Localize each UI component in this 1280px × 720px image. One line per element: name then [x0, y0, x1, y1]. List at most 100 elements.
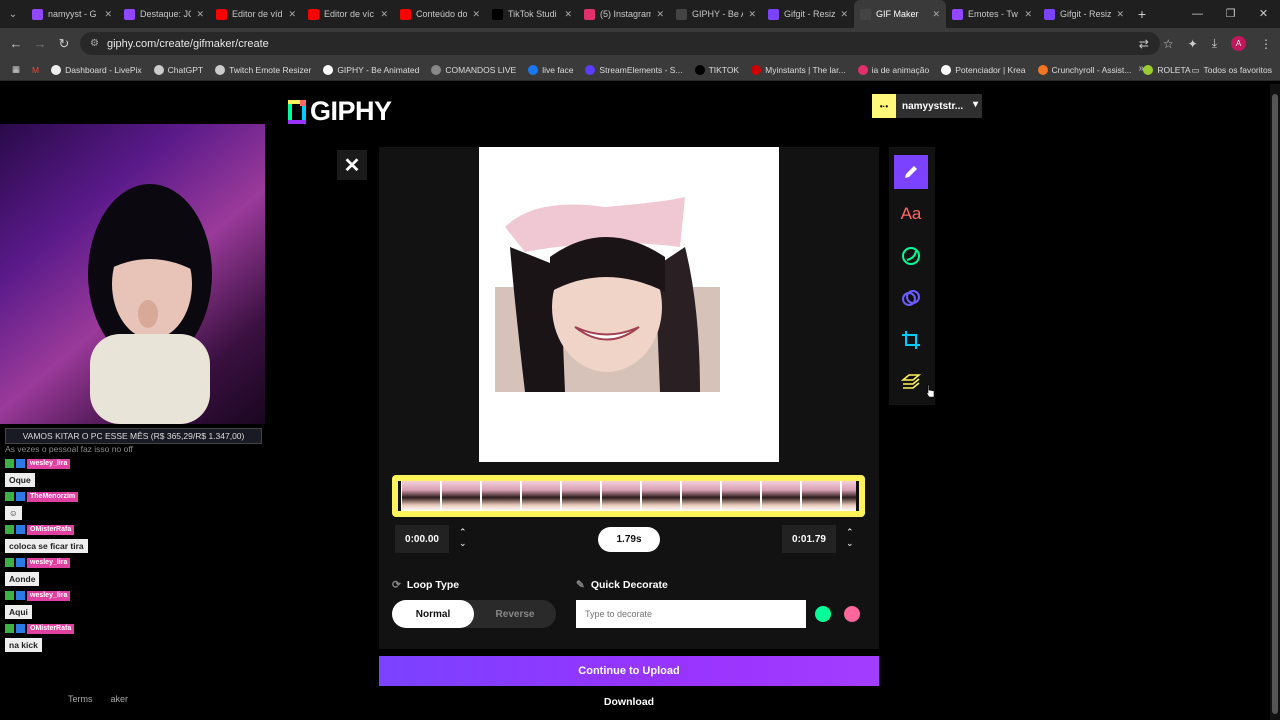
bookmark-item[interactable]: GIPHY - Be Animated — [317, 64, 425, 75]
tab-title: Conteúdo do — [416, 9, 468, 19]
close-window-icon[interactable]: ✕ — [1247, 0, 1280, 28]
tab-close-icon[interactable]: ✕ — [472, 9, 480, 20]
tab-close-icon[interactable]: ✕ — [1024, 9, 1032, 20]
bookmark-favicon-icon — [431, 64, 442, 75]
bookmark-item[interactable]: Twitch Emote Resizer — [209, 64, 317, 75]
gif-maker-link[interactable]: aker — [111, 694, 129, 704]
chevron-up-icon[interactable]: ⌃ — [459, 527, 467, 538]
bookmark-item[interactable]: StreamElements - S... — [579, 64, 688, 75]
profile-avatar[interactable]: A — [1231, 36, 1246, 51]
browser-tab[interactable]: GIPHY - Be A ✕ — [670, 0, 762, 28]
bookmark-favicon-icon — [585, 64, 596, 75]
menu-icon[interactable]: ⋮ — [1260, 37, 1272, 51]
bookmark-item[interactable]: Potenciador | Krea — [935, 64, 1031, 75]
text-style-icon[interactable] — [844, 606, 860, 622]
browser-tab[interactable]: Gifgit - Resiz ✕ — [762, 0, 854, 28]
timeline-scrubber[interactable] — [392, 475, 865, 517]
bookmark-item[interactable]: live face — [522, 64, 579, 75]
tab-favicon-icon — [32, 8, 43, 20]
apps-icon[interactable]: ▦ — [6, 64, 26, 75]
chevron-down-icon[interactable]: ⌄ — [459, 538, 467, 549]
start-time-field[interactable]: 0:00.00 — [395, 525, 449, 553]
tab-close-icon[interactable]: ✕ — [380, 9, 388, 20]
tab-close-icon[interactable]: ✕ — [288, 9, 296, 20]
end-time-field[interactable]: 0:01.79 — [782, 525, 836, 553]
pencil-tool[interactable] — [894, 155, 928, 189]
loop-type-toggle[interactable]: Normal Reverse — [392, 600, 556, 628]
webcam-overlay — [0, 124, 265, 424]
minimize-icon[interactable]: — — [1181, 0, 1214, 28]
address-bar-row: ← → ↻ ⚙ giphy.com/create/gifmaker/create… — [0, 28, 1280, 59]
download-icon[interactable]: ⤓ — [1212, 36, 1217, 51]
bookmark-item[interactable]: ia de animação — [852, 64, 936, 75]
continue-to-upload-button[interactable]: Continue to Upload — [379, 656, 879, 686]
terms-link[interactable]: Terms — [68, 694, 93, 704]
bookmark-item[interactable]: Myinstants | The lar... — [745, 64, 851, 75]
tab-close-icon[interactable]: ✕ — [840, 9, 848, 20]
tab-close-icon[interactable]: ✕ — [1116, 9, 1124, 20]
url-text: giphy.com/create/gifmaker/create — [106, 37, 269, 50]
address-input[interactable]: ⚙ giphy.com/create/gifmaker/create — [80, 32, 1160, 55]
layers-tool[interactable] — [894, 365, 928, 399]
chevron-down-icon[interactable]: ⌄ — [846, 538, 854, 549]
stream-goal-banner: VAMOS KITAR O PC ESSE MÊS (R$ 365,29/R$ … — [5, 428, 262, 444]
all-bookmarks-button[interactable]: ▭ Todos os favoritos — [1191, 59, 1272, 81]
loop-icon: ⟳ — [392, 579, 401, 591]
new-tab-button[interactable]: + — [1130, 6, 1154, 22]
bookmark-item[interactable]: ROLETA — [1137, 64, 1196, 75]
extensions-icon[interactable]: ✦ — [1188, 37, 1198, 51]
back-icon[interactable]: ← — [4, 36, 28, 51]
tab-search-icon[interactable]: ⌄ — [0, 0, 26, 28]
tab-close-icon[interactable]: ✕ — [748, 9, 756, 20]
bookmark-item[interactable]: TIKTOK — [689, 64, 746, 75]
text-tool[interactable]: Aa — [894, 197, 928, 231]
trim-end-handle[interactable] — [856, 481, 859, 511]
user-menu-button[interactable]: •·• namyyststr... ▾ — [872, 94, 982, 118]
tab-close-icon[interactable]: ✕ — [656, 9, 664, 20]
end-time-stepper[interactable]: ⌃ ⌄ — [846, 527, 854, 549]
browser-tab[interactable]: Conteúdo do ✕ — [394, 0, 486, 28]
bookmark-item[interactable]: COMANDOS LIVE — [425, 64, 522, 75]
site-info-icon[interactable]: ⚙ — [90, 38, 99, 49]
more-bookmarks-icon[interactable]: » — [1138, 63, 1144, 74]
decorate-input[interactable] — [576, 600, 806, 628]
browser-tab[interactable]: Editor de víd ✕ — [210, 0, 302, 28]
tab-close-icon[interactable]: ✕ — [196, 9, 204, 20]
trim-start-handle[interactable] — [398, 481, 401, 511]
crop-tool[interactable] — [894, 323, 928, 357]
download-button[interactable]: Download — [379, 690, 879, 714]
chevron-up-icon[interactable]: ⌃ — [846, 527, 854, 538]
browser-tab[interactable]: (5) Instagram ✕ — [578, 0, 670, 28]
loop-reverse-option[interactable]: Reverse — [474, 600, 556, 628]
browser-tab[interactable]: Destaque: JC ✕ — [118, 0, 210, 28]
sticker-tool[interactable] — [894, 239, 928, 273]
browser-tab[interactable]: Emotes - Tw ✕ — [946, 0, 1038, 28]
giphy-logo[interactable]: GIPHY — [288, 96, 392, 127]
sticker-icon[interactable] — [815, 606, 831, 622]
restore-icon[interactable]: ❐ — [1214, 0, 1247, 28]
tab-close-icon[interactable]: ✕ — [104, 9, 112, 20]
bookmark-item[interactable]: Crunchyroll - Assist... — [1032, 64, 1138, 75]
browser-tab[interactable]: namyyst - G ✕ — [26, 0, 118, 28]
page-scrollbar[interactable] — [1270, 84, 1280, 720]
tab-close-icon[interactable]: ✕ — [932, 9, 940, 20]
filter-tool[interactable] — [894, 281, 928, 315]
bookmark-label: GIPHY - Be Animated — [337, 64, 420, 75]
bookmark-star-icon[interactable]: ☆ — [1163, 37, 1174, 51]
tab-favicon-icon — [492, 8, 503, 20]
browser-tab[interactable]: Editor de víc ✕ — [302, 0, 394, 28]
forward-icon[interactable]: → — [28, 36, 52, 51]
loop-normal-option[interactable]: Normal — [392, 600, 474, 628]
tab-close-icon[interactable]: ✕ — [564, 9, 572, 20]
gmail-icon[interactable]: M — [26, 65, 45, 75]
reload-icon[interactable]: ↻ — [52, 36, 76, 52]
bookmark-item[interactable]: Dashboard - LivePix — [45, 64, 148, 75]
browser-tab[interactable]: GIF Maker ✕ — [854, 0, 946, 28]
browser-tab[interactable]: Gifgit - Resiz ✕ — [1038, 0, 1130, 28]
timeline-frame — [762, 481, 800, 511]
start-time-stepper[interactable]: ⌃ ⌄ — [459, 527, 467, 549]
close-editor-button[interactable]: ✕ — [337, 150, 367, 180]
browser-tab[interactable]: TikTok Studi ✕ — [486, 0, 578, 28]
translate-icon[interactable]: ⇄ — [1139, 37, 1149, 51]
bookmark-item[interactable]: ChatGPT — [148, 64, 209, 75]
